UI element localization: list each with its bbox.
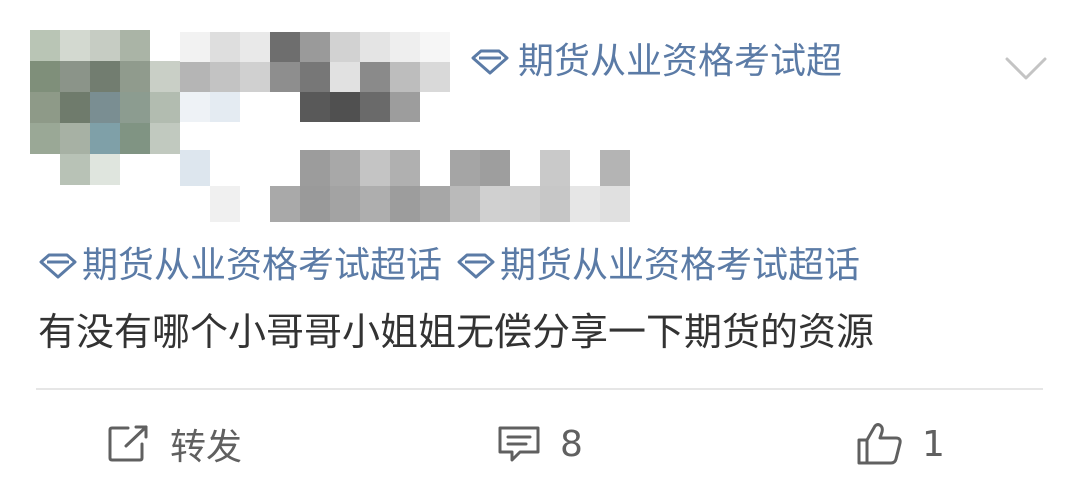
weibo-post-card: 期货从业资格考试超 期货从业资格考试超话 期货从业资格考试超话 有没有哪个小哥哥… — [0, 0, 1079, 498]
gem-icon — [471, 49, 509, 75]
super-topic-link[interactable]: 期货从业资格考试超 — [470, 44, 842, 80]
post-meta-redacted — [180, 150, 660, 222]
comment-icon — [498, 426, 540, 462]
super-topic-tag[interactable]: 期货从业资格考试超话 — [456, 248, 860, 284]
chevron-down-icon[interactable] — [1004, 56, 1048, 82]
like-button[interactable]: 1 — [856, 420, 945, 468]
share-icon — [108, 425, 148, 462]
username-redacted[interactable] — [180, 32, 460, 122]
repost-button[interactable]: 转发 — [106, 420, 242, 468]
gem-icon — [39, 253, 77, 279]
thumbs-up-icon — [857, 423, 902, 465]
super-topic-label: 期货从业资格考试超 — [518, 41, 843, 82]
super-topic-tag-label: 期货从业资格考试超话 — [500, 245, 861, 286]
post-text[interactable]: 有没有哪个小哥哥小姐姐无偿分享一下期货的资源 — [38, 308, 874, 356]
like-count: 1 — [922, 423, 945, 465]
super-topic-tag-label: 期货从业资格考试超话 — [82, 245, 443, 286]
avatar[interactable] — [30, 30, 180, 185]
super-topic-tag[interactable]: 期货从业资格考试超话 — [38, 248, 442, 284]
repost-label: 转发 — [170, 427, 243, 468]
divider — [36, 388, 1043, 390]
gem-icon — [457, 253, 495, 279]
comment-count: 8 — [560, 423, 583, 465]
comment-button[interactable]: 8 — [496, 420, 583, 468]
post-tags: 期货从业资格考试超话 期货从业资格考试超话 — [38, 248, 874, 284]
